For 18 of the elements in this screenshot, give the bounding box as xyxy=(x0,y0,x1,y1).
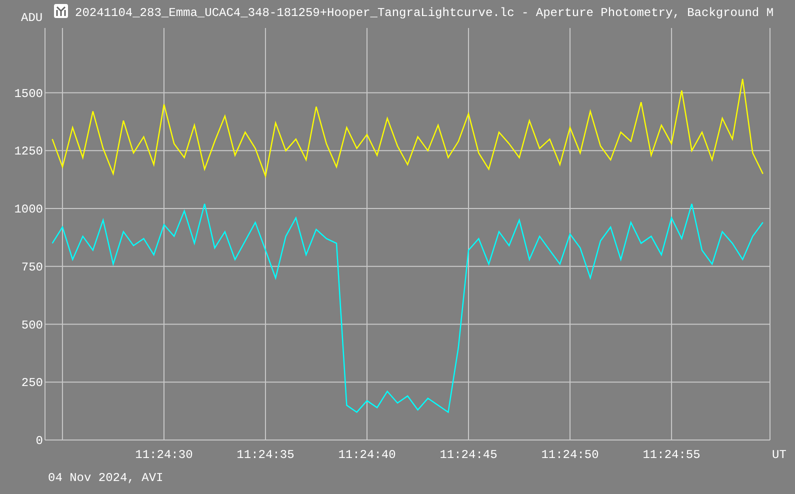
x-axis-label: UT xyxy=(772,448,786,462)
footer-text: 04 Nov 2024, AVI xyxy=(48,471,164,485)
y-tick-label: 500 xyxy=(21,318,43,332)
x-tick-label: 11:24:45 xyxy=(440,448,498,462)
x-tick-label: 11:24:40 xyxy=(338,448,396,462)
y-tick-label: 750 xyxy=(21,260,43,274)
y-tick-label: 250 xyxy=(21,376,43,390)
x-tick-label: 11:24:30 xyxy=(135,448,193,462)
y-tick-label: 1500 xyxy=(14,86,43,101)
x-tick-label: 11:24:55 xyxy=(642,448,700,462)
x-tick-label: 11:24:35 xyxy=(236,448,294,462)
app-icon xyxy=(54,4,68,18)
x-tick-label: 11:24:50 xyxy=(541,448,599,462)
y-axis-label: ADU xyxy=(21,11,43,25)
y-tick-label: 0 xyxy=(36,434,43,448)
y-tick-label: 1000 xyxy=(14,202,43,217)
y-tick-label: 1250 xyxy=(14,144,43,159)
window-title: 20241104_283_Emma_UCAC4_348-181259+Hooper_TangraLightcurve.lc - Aperture Photometry, Background M xyxy=(75,6,774,20)
